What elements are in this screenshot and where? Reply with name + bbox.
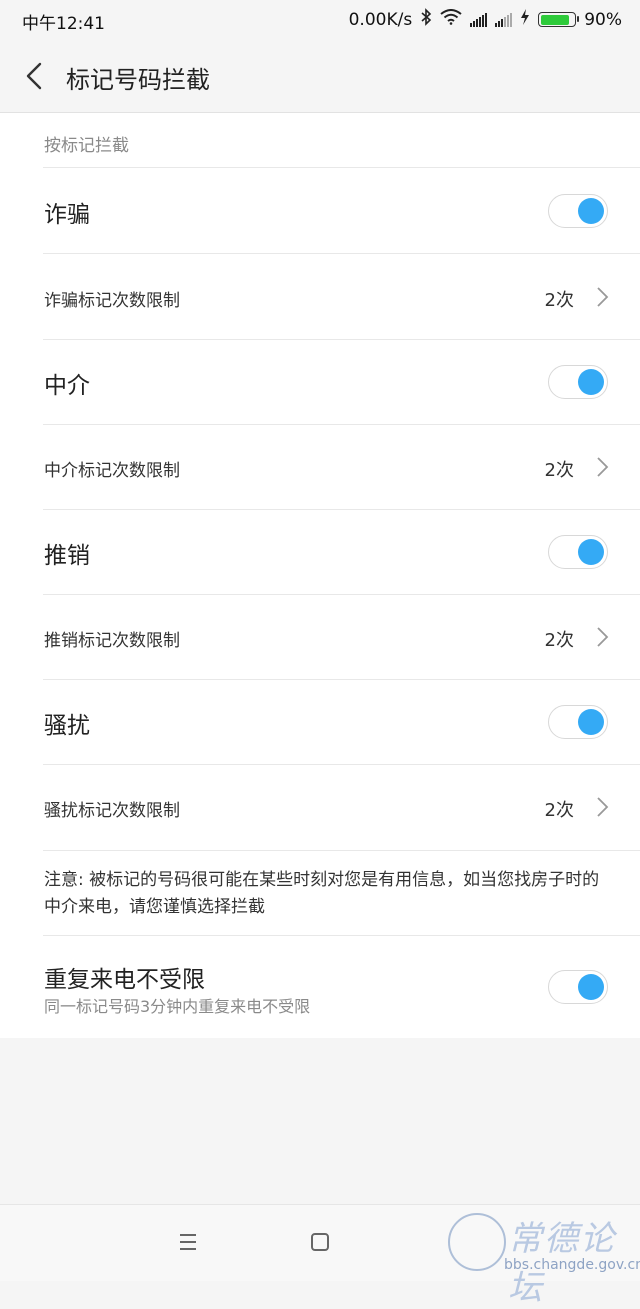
harassment-toggle[interactable] (548, 705, 608, 739)
chevron-right-icon (597, 797, 609, 817)
title-bar: 标记号码拦截 (0, 40, 640, 113)
page-title: 标记号码拦截 (66, 66, 210, 94)
limit-row-agency[interactable]: 中介标记次数限制 2次 (0, 424, 640, 509)
chevron-right-icon (597, 287, 609, 307)
row-label: 中介 (44, 373, 90, 399)
navigation-bar: 常德论坛 bbs.changde.gov.cn (0, 1204, 640, 1308)
limit-row-harassment[interactable]: 骚扰标记次数限制 2次 (0, 764, 640, 849)
wifi-icon (440, 9, 462, 30)
limit-row-fraud[interactable]: 诈骗标记次数限制 2次 (0, 254, 640, 339)
back-button[interactable] (18, 56, 54, 96)
toggle-row-sales[interactable]: 推销 (0, 509, 640, 594)
limit-row-sales[interactable]: 推销标记次数限制 2次 (0, 594, 640, 679)
warning-note: 注意: 被标记的号码很可能在某些时刻对您是有用信息，如当您找房子时的中介来电，请… (44, 870, 600, 917)
menu-icon (180, 1234, 196, 1250)
menu-button[interactable] (176, 1231, 200, 1253)
watermark-url: bbs.changde.gov.cn (504, 1257, 640, 1273)
agency-toggle[interactable] (548, 365, 608, 399)
repeat-calls-subtitle: 同一标记号码3分钟内重复来电不受限 (44, 997, 311, 1016)
battery-percent: 90% (584, 9, 622, 30)
limit-value: 2次 (544, 460, 574, 481)
row-label: 诈骗标记次数限制 (44, 291, 180, 311)
home-button[interactable] (309, 1231, 331, 1253)
row-label: 诈骗 (44, 202, 90, 228)
status-bar: 中午12:41 0.00K/s 90% (0, 0, 640, 40)
signal-icon-2 (495, 12, 513, 27)
watermark-logo (448, 1213, 506, 1271)
row-label: 骚扰标记次数限制 (44, 801, 180, 821)
repeat-calls-title: 重复来电不受限 (44, 967, 205, 993)
divider (43, 850, 640, 851)
network-speed: 0.00K/s (348, 9, 413, 30)
settings-list: 按标记拦截 诈骗 诈骗标记次数限制 2次 中介 中介标记次数限制 2次 推销 推… (0, 113, 640, 1038)
chevron-right-icon (597, 627, 609, 647)
status-time: 中午12:41 (22, 14, 105, 34)
toggle-row-fraud[interactable]: 诈骗 (0, 168, 640, 253)
row-label: 骚扰 (44, 713, 90, 739)
charging-icon (520, 9, 530, 30)
toggle-row-agency[interactable]: 中介 (0, 339, 640, 424)
limit-value: 2次 (544, 290, 574, 311)
status-icons: 0.00K/s 90% (349, 8, 622, 31)
home-square-icon (311, 1233, 329, 1251)
row-label: 推销标记次数限制 (44, 631, 180, 651)
signal-icon-1 (470, 12, 488, 27)
bluetooth-icon (420, 8, 432, 31)
limit-value: 2次 (544, 800, 574, 821)
repeat-calls-toggle[interactable] (548, 970, 608, 1004)
chevron-right-icon (597, 457, 609, 477)
row-label: 中介标记次数限制 (44, 461, 180, 481)
sales-toggle[interactable] (548, 535, 608, 569)
chevron-left-icon (26, 62, 42, 90)
limit-value: 2次 (544, 630, 574, 651)
fraud-toggle[interactable] (548, 194, 608, 228)
section-header: 按标记拦截 (44, 136, 129, 156)
toggle-row-harassment[interactable]: 骚扰 (0, 679, 640, 764)
row-label: 推销 (44, 543, 90, 569)
battery-icon (538, 12, 580, 27)
